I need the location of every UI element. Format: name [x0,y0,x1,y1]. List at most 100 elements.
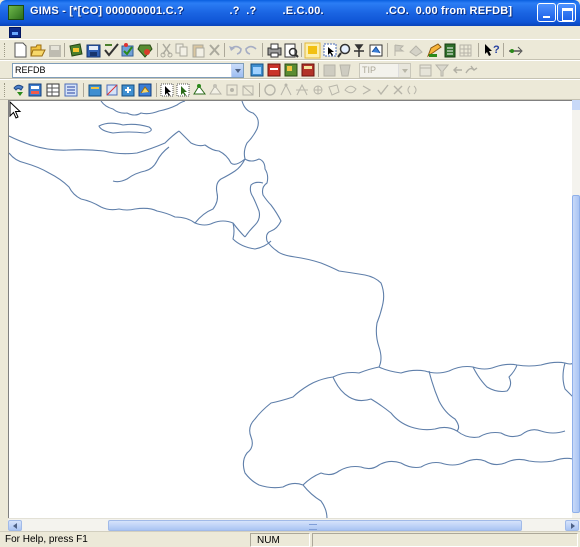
boundary-alps-west [242,366,380,489]
zoom-icon[interactable] [337,43,351,58]
vertical-scrollbar[interactable] [572,100,580,518]
add-vertex-icon[interactable] [193,84,206,95]
map-icon[interactable] [369,44,383,57]
boundary-belgium-2 [194,158,246,224]
circle-icon[interactable] [264,84,276,96]
merge-icon[interactable] [121,84,135,97]
boundary-alps-south [302,457,572,486]
list-icon[interactable] [64,83,78,97]
toolbar-icons-row-2b [419,64,478,77]
database-toolbar: REFDB TIP [0,60,580,79]
undo-icon[interactable] [229,45,242,55]
object-sel-icon[interactable] [88,84,102,97]
delete-icon[interactable] [209,44,220,56]
connect-icon[interactable] [509,46,523,56]
paste-icon[interactable] [192,44,205,58]
coastline-bay [9,152,82,200]
node-icon[interactable] [313,85,323,95]
redo-icon[interactable] [245,45,257,55]
document-window-icon[interactable] [9,27,21,38]
scroll-up-button[interactable] [572,100,580,110]
greater-icon[interactable] [362,85,372,95]
window-title: GIMS - [*[CO] 000000001.C.? .? .? .E.C.0… [30,5,513,17]
check-icon[interactable] [104,43,119,57]
print-preview-icon[interactable] [284,43,299,58]
highlight-icon[interactable] [304,42,321,59]
filter-icon[interactable] [434,64,450,77]
minimize-button[interactable] [537,3,556,22]
pan-icon[interactable] [354,44,364,57]
flag-icon[interactable] [394,44,405,56]
topology-icon[interactable] [242,85,254,96]
status-pane-empty [312,533,578,547]
context-help-icon[interactable]: ? [485,44,500,56]
edit-toolbar [0,79,580,100]
save-disk-icon[interactable] [49,45,61,57]
title-bar[interactable]: GIMS - [*[CO] 000000001.C.? .? .? .E.C.0… [0,0,580,26]
query-icon[interactable] [28,83,42,97]
boundary-alps-link [428,370,460,432]
map-canvas[interactable] [8,100,572,518]
horizontal-scroll-thumb[interactable] [108,520,522,531]
validate-icon[interactable] [121,43,134,57]
scroll-left-button[interactable] [8,520,22,531]
coastline-west [9,130,180,155]
maximize-button[interactable] [557,3,576,22]
menu-bar [0,26,580,39]
object-edit-icon[interactable] [69,43,83,57]
area-icon[interactable] [328,84,340,96]
boundary-lux-2 [232,222,272,250]
select-icon[interactable] [323,43,337,57]
accept-check-icon[interactable] [377,84,389,96]
calendar-icon[interactable] [419,64,432,77]
edit-icon[interactable] [426,43,442,58]
boundary-lux [244,181,264,238]
gims-app-icon[interactable] [8,5,24,20]
mouse-pointer-icon [9,101,22,119]
reject-x-icon[interactable] [393,85,403,95]
boundary-map [9,101,572,518]
toolbar-icons-row-1: ? [14,42,523,59]
boundary-belgium-3 [178,130,246,165]
horizontal-scrollbar[interactable] [8,518,580,531]
back-arrow-icon[interactable] [453,66,462,74]
toolbar-icons-row-3 [13,83,417,97]
status-bar: For Help, press F1 NUM [0,531,580,547]
rotate-icon[interactable] [13,84,24,96]
forward-arrow-icon[interactable] [465,65,478,74]
legend-icon[interactable] [444,43,456,58]
boundary-south-tail [302,484,328,518]
split-icon[interactable] [106,84,118,96]
tool-icon[interactable] [137,44,153,58]
vertex-icon[interactable] [280,83,292,96]
delete-vertex-icon[interactable] [209,84,222,95]
save-all-icon[interactable] [86,44,101,58]
snap-icon[interactable] [226,84,238,96]
grid-icon[interactable] [459,44,472,57]
boundary-belgium-1 [80,198,246,238]
new-file-icon[interactable] [14,42,27,58]
gims-window: GIMS - [*[CO] 000000001.C.? .? .? .E.C.0… [0,0,580,547]
open-folder-icon[interactable] [30,44,46,57]
scroll-right-button[interactable] [565,520,579,531]
pointer-icon[interactable] [160,83,174,97]
boundary-east-tail [562,362,572,397]
polygon-icon[interactable] [344,85,357,94]
cut-icon[interactable] [160,43,173,58]
standard-toolbar: ? [0,39,580,60]
copy-icon[interactable] [175,43,188,57]
undo-curve-icon[interactable] [407,85,417,95]
boundary-east [241,101,385,368]
edge-icon[interactable] [296,83,308,96]
vertical-scroll-thumb[interactable] [572,195,580,513]
status-help-text: For Help, press F1 [5,534,88,545]
print-icon[interactable] [267,43,282,58]
layer-icon[interactable] [409,45,423,57]
num-lock-indicator: NUM [250,533,310,547]
move-vertex-icon[interactable] [176,83,190,97]
spatial-icon[interactable] [138,83,152,97]
table-icon[interactable] [46,83,60,97]
svg-text:?: ? [493,44,500,56]
coastline-north [100,101,186,116]
boundary-alps-inner [332,376,566,438]
